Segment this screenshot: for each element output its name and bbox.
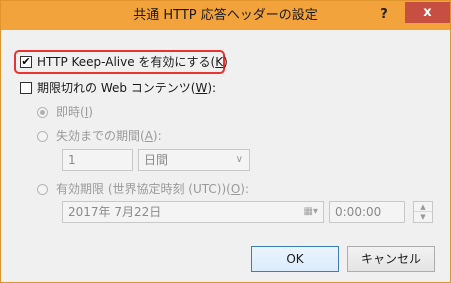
spin-down-icon[interactable]: ▼ bbox=[414, 212, 432, 222]
expire-date-picker[interactable]: 2017年 7月22日 ▦▾ bbox=[62, 201, 324, 223]
help-button[interactable]: ? bbox=[368, 5, 400, 24]
ok-button[interactable]: OK bbox=[251, 246, 339, 272]
chevron-down-icon: ∨ bbox=[235, 154, 243, 165]
calendar-dropdown-icon[interactable]: ▦▾ bbox=[304, 202, 318, 222]
keep-alive-label: HTTP Keep-Alive を有効にする(K) bbox=[37, 55, 228, 69]
time-spinner[interactable]: ▲ ▼ bbox=[413, 201, 433, 223]
expire-time-input[interactable]: 0:00:00 bbox=[329, 201, 405, 223]
expire-after-unit-value: 日間 bbox=[144, 153, 169, 167]
expire-on-radio[interactable] bbox=[37, 184, 48, 195]
spin-up-icon[interactable]: ▲ bbox=[414, 202, 432, 212]
expire-content-label: 期限切れの Web コンテンツ(W): bbox=[37, 81, 217, 95]
keep-alive-checkbox[interactable]: ✔ bbox=[20, 56, 32, 68]
expire-date-value: 2017年 7月22日 bbox=[68, 205, 162, 219]
expire-after-unit-select[interactable]: 日間 ∨ bbox=[138, 149, 250, 171]
close-button[interactable]: x bbox=[405, 2, 450, 23]
dialog-body: ✔ HTTP Keep-Alive を有効にする(K) 期限切れの Web コン… bbox=[7, 30, 444, 278]
expire-on-label: 有効期限 (世界協定時刻 (UTC))(O): bbox=[56, 182, 250, 196]
title-bar[interactable]: 共通 HTTP 応答ヘッダーの設定 ? x bbox=[1, 1, 450, 30]
expire-after-radio[interactable] bbox=[37, 131, 48, 142]
immediate-radio[interactable] bbox=[37, 107, 48, 118]
expire-content-checkbox[interactable] bbox=[20, 82, 32, 94]
dialog-window: 共通 HTTP 応答ヘッダーの設定 ? x ✔ HTTP Keep-Alive … bbox=[0, 0, 451, 283]
expire-after-label: 失効までの期間(A): bbox=[56, 129, 162, 143]
cancel-button[interactable]: キャンセル bbox=[347, 246, 435, 272]
immediate-label: 即時(I) bbox=[56, 105, 93, 119]
expire-after-value-input[interactable]: 1 bbox=[62, 149, 133, 171]
